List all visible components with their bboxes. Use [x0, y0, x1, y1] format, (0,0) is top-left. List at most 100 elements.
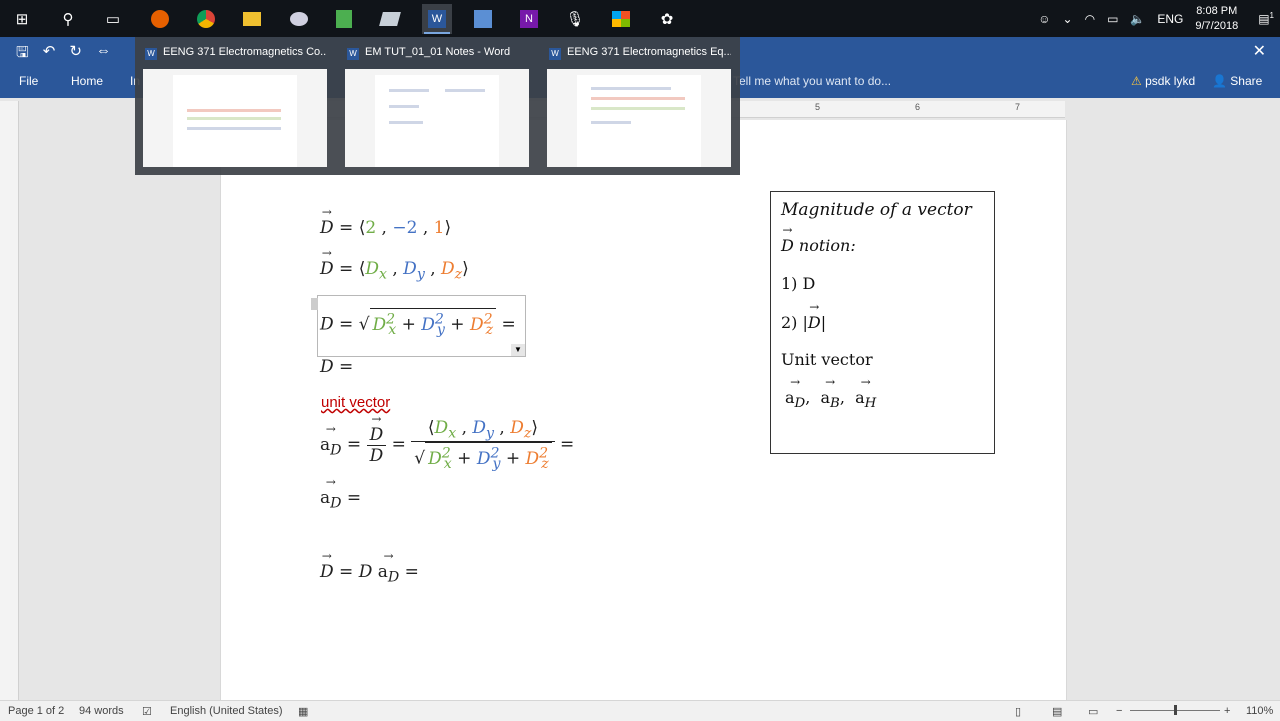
share-label: Share — [1230, 74, 1263, 88]
user-account[interactable]: ⚠ psdk lykd — [1131, 74, 1195, 88]
ruler-mark: 5 — [815, 102, 821, 112]
spreadsheet-icon[interactable] — [329, 4, 359, 34]
system-tray: ☺ ⌄ ◠ ▭ 🔈 ENG 8:08 PM 9/7/2018 ▤1 — [1032, 0, 1280, 37]
status-bar: Page 1 of 2 94 words ☑ English (United S… — [0, 700, 1280, 721]
a-text: a — [855, 388, 865, 407]
document-page[interactable]: D = ⟨2 , −2 , 1⟩ D = ⟨Dx , Dy , Dz⟩ ▼ D … — [220, 120, 1067, 700]
ruler-mark: 7 — [1015, 102, 1021, 112]
microphone-icon[interactable]: 🎙 — [560, 4, 590, 34]
a-sub: D — [330, 442, 342, 459]
eq-text: = — [341, 434, 367, 455]
vector-a-b: aB — [821, 375, 841, 412]
equation-d-result[interactable]: D = — [320, 357, 353, 377]
tab-file[interactable]: File — [19, 74, 38, 88]
language-status[interactable]: English (United States) — [170, 705, 283, 717]
eq-text: = — [496, 314, 516, 335]
a-text: a — [785, 388, 795, 407]
eq-text: , — [386, 259, 404, 279]
thumbnail-title: EM TUT_01_01 Notes - Word — [365, 46, 511, 58]
proofing-icon[interactable]: ☑ — [142, 705, 152, 718]
sidebox-unit-vector: Unit vector — [781, 350, 873, 369]
warning-icon: ⚠ — [1131, 74, 1142, 88]
wifi-icon[interactable]: ◠ — [1085, 12, 1095, 26]
zoom-in-button[interactable]: + — [1224, 705, 1230, 717]
thumbnail-preview — [547, 69, 731, 167]
settings-app-icon[interactable]: ✿ — [652, 4, 682, 34]
tool-icon[interactable] — [468, 4, 498, 34]
volume-icon[interactable]: 🔈 — [1130, 12, 1145, 26]
save-icon[interactable]: 🖫 — [16, 42, 29, 67]
notepad-icon[interactable] — [375, 4, 405, 34]
eq-text: = ⟨ — [333, 259, 366, 279]
vector-d: D — [320, 205, 334, 238]
eq-text: = — [554, 434, 575, 455]
fraction-den: D — [369, 445, 384, 466]
tab-home[interactable]: Home — [71, 74, 103, 88]
redo-icon[interactable]: ↻ — [69, 42, 82, 67]
chrome-icon[interactable] — [191, 4, 221, 34]
eq-text: ⟩ — [462, 259, 469, 279]
battery-icon[interactable]: ▭ — [1107, 12, 1118, 26]
equation-a-result[interactable]: aD = — [320, 475, 362, 512]
undo-icon[interactable]: ↶ — [43, 42, 56, 67]
task-view-icon[interactable]: ▭ — [98, 4, 128, 34]
people-icon[interactable]: ☺ — [1038, 12, 1050, 26]
eq-text: = — [341, 488, 362, 508]
a-sub: B — [830, 396, 840, 412]
notification-count: 1 — [1269, 11, 1274, 20]
a-text: a — [320, 488, 331, 508]
equation-d-product[interactable]: D = D aD = — [320, 549, 419, 586]
windows-icon[interactable]: ⊞ — [7, 4, 37, 34]
thumbnail-1[interactable]: W EENG 371 Electromagnetics Co... — [135, 39, 327, 167]
sidebox-title: Magnitude of a vector — [781, 200, 972, 220]
word-icon[interactable]: W — [422, 4, 452, 34]
a-sub: D — [330, 495, 342, 512]
paint-icon[interactable] — [284, 4, 314, 34]
language-indicator[interactable]: ENG — [1157, 12, 1183, 26]
thumbnail-2[interactable]: W EM TUT_01_01 Notes - Word — [337, 39, 529, 167]
touch-mode-icon[interactable]: ⇔ — [96, 42, 111, 67]
thumbnail-preview — [143, 69, 327, 167]
firefox-icon[interactable] — [145, 4, 175, 34]
equation-handle[interactable] — [311, 298, 318, 310]
thumbnail-3[interactable]: W EENG 371 Electromagnetics Eq... — [539, 39, 731, 167]
vertical-ruler[interactable] — [0, 101, 19, 701]
page-count[interactable]: Page 1 of 2 — [8, 705, 64, 717]
equation-options-dropdown[interactable]: ▼ — [511, 344, 525, 356]
search-icon[interactable]: ⚲ — [53, 4, 83, 34]
equation-unit-vector[interactable]: aD = DD = ⟨Dx , Dy , Dz⟩√D2x + D2y + D2z… — [320, 412, 575, 473]
zoom-out-button[interactable]: − — [1116, 705, 1122, 717]
web-layout-icon[interactable]: ▭ — [1088, 705, 1098, 718]
notification-icon[interactable]: ▤1 — [1258, 11, 1274, 26]
macro-icon[interactable]: ▦ — [298, 705, 308, 718]
read-mode-icon[interactable]: ▯ — [1015, 705, 1021, 718]
notation-text: notion: — [798, 236, 856, 255]
print-layout-icon[interactable]: ▤ — [1052, 705, 1062, 718]
close-icon[interactable]: ✕ — [1253, 41, 1266, 61]
vector-d: D — [808, 300, 821, 332]
fraction-components: ⟨Dx , Dy , Dz⟩ √ D2x + D2y + D2z — [411, 418, 555, 472]
sidebox-item-2: 2) |D| — [781, 300, 826, 332]
file-explorer-icon[interactable] — [237, 4, 267, 34]
chevron-up-icon[interactable]: ⌄ — [1063, 12, 1073, 26]
unit-vector-label[interactable]: unit vector — [321, 394, 390, 411]
tell-me-search[interactable]: Tell me what you want to do... — [733, 74, 891, 88]
component-dy: D — [403, 259, 417, 279]
onenote-icon[interactable]: N — [514, 4, 544, 34]
sidebox-unit-vectors: aD, aB, aH — [785, 375, 876, 412]
zoom-level[interactable]: 110% — [1246, 705, 1273, 717]
vector-d: D — [320, 246, 334, 279]
equation-magnitude[interactable]: D = √ D2x + D2y + D2z = — [320, 308, 516, 338]
equation-d-values[interactable]: D = ⟨2 , −2 , 1⟩ — [320, 205, 451, 238]
clock[interactable]: 8:08 PM 9/7/2018 — [1195, 4, 1238, 34]
equation-d-components[interactable]: D = ⟨Dx , Dy , Dz⟩ — [320, 246, 469, 283]
store-icon[interactable] — [606, 4, 636, 34]
word-icon: W — [549, 48, 561, 60]
zoom-slider-thumb[interactable] — [1174, 705, 1177, 715]
component-dz: D — [441, 259, 455, 279]
sidebox-item-1: 1) D — [781, 274, 816, 293]
word-count[interactable]: 94 words — [79, 705, 124, 717]
magnitude-notes-box[interactable]: Magnitude of a vector D notion: 1) D 2) … — [770, 191, 995, 454]
sub-x: x — [378, 266, 387, 283]
share-button[interactable]: 👤 Share — [1212, 74, 1262, 88]
